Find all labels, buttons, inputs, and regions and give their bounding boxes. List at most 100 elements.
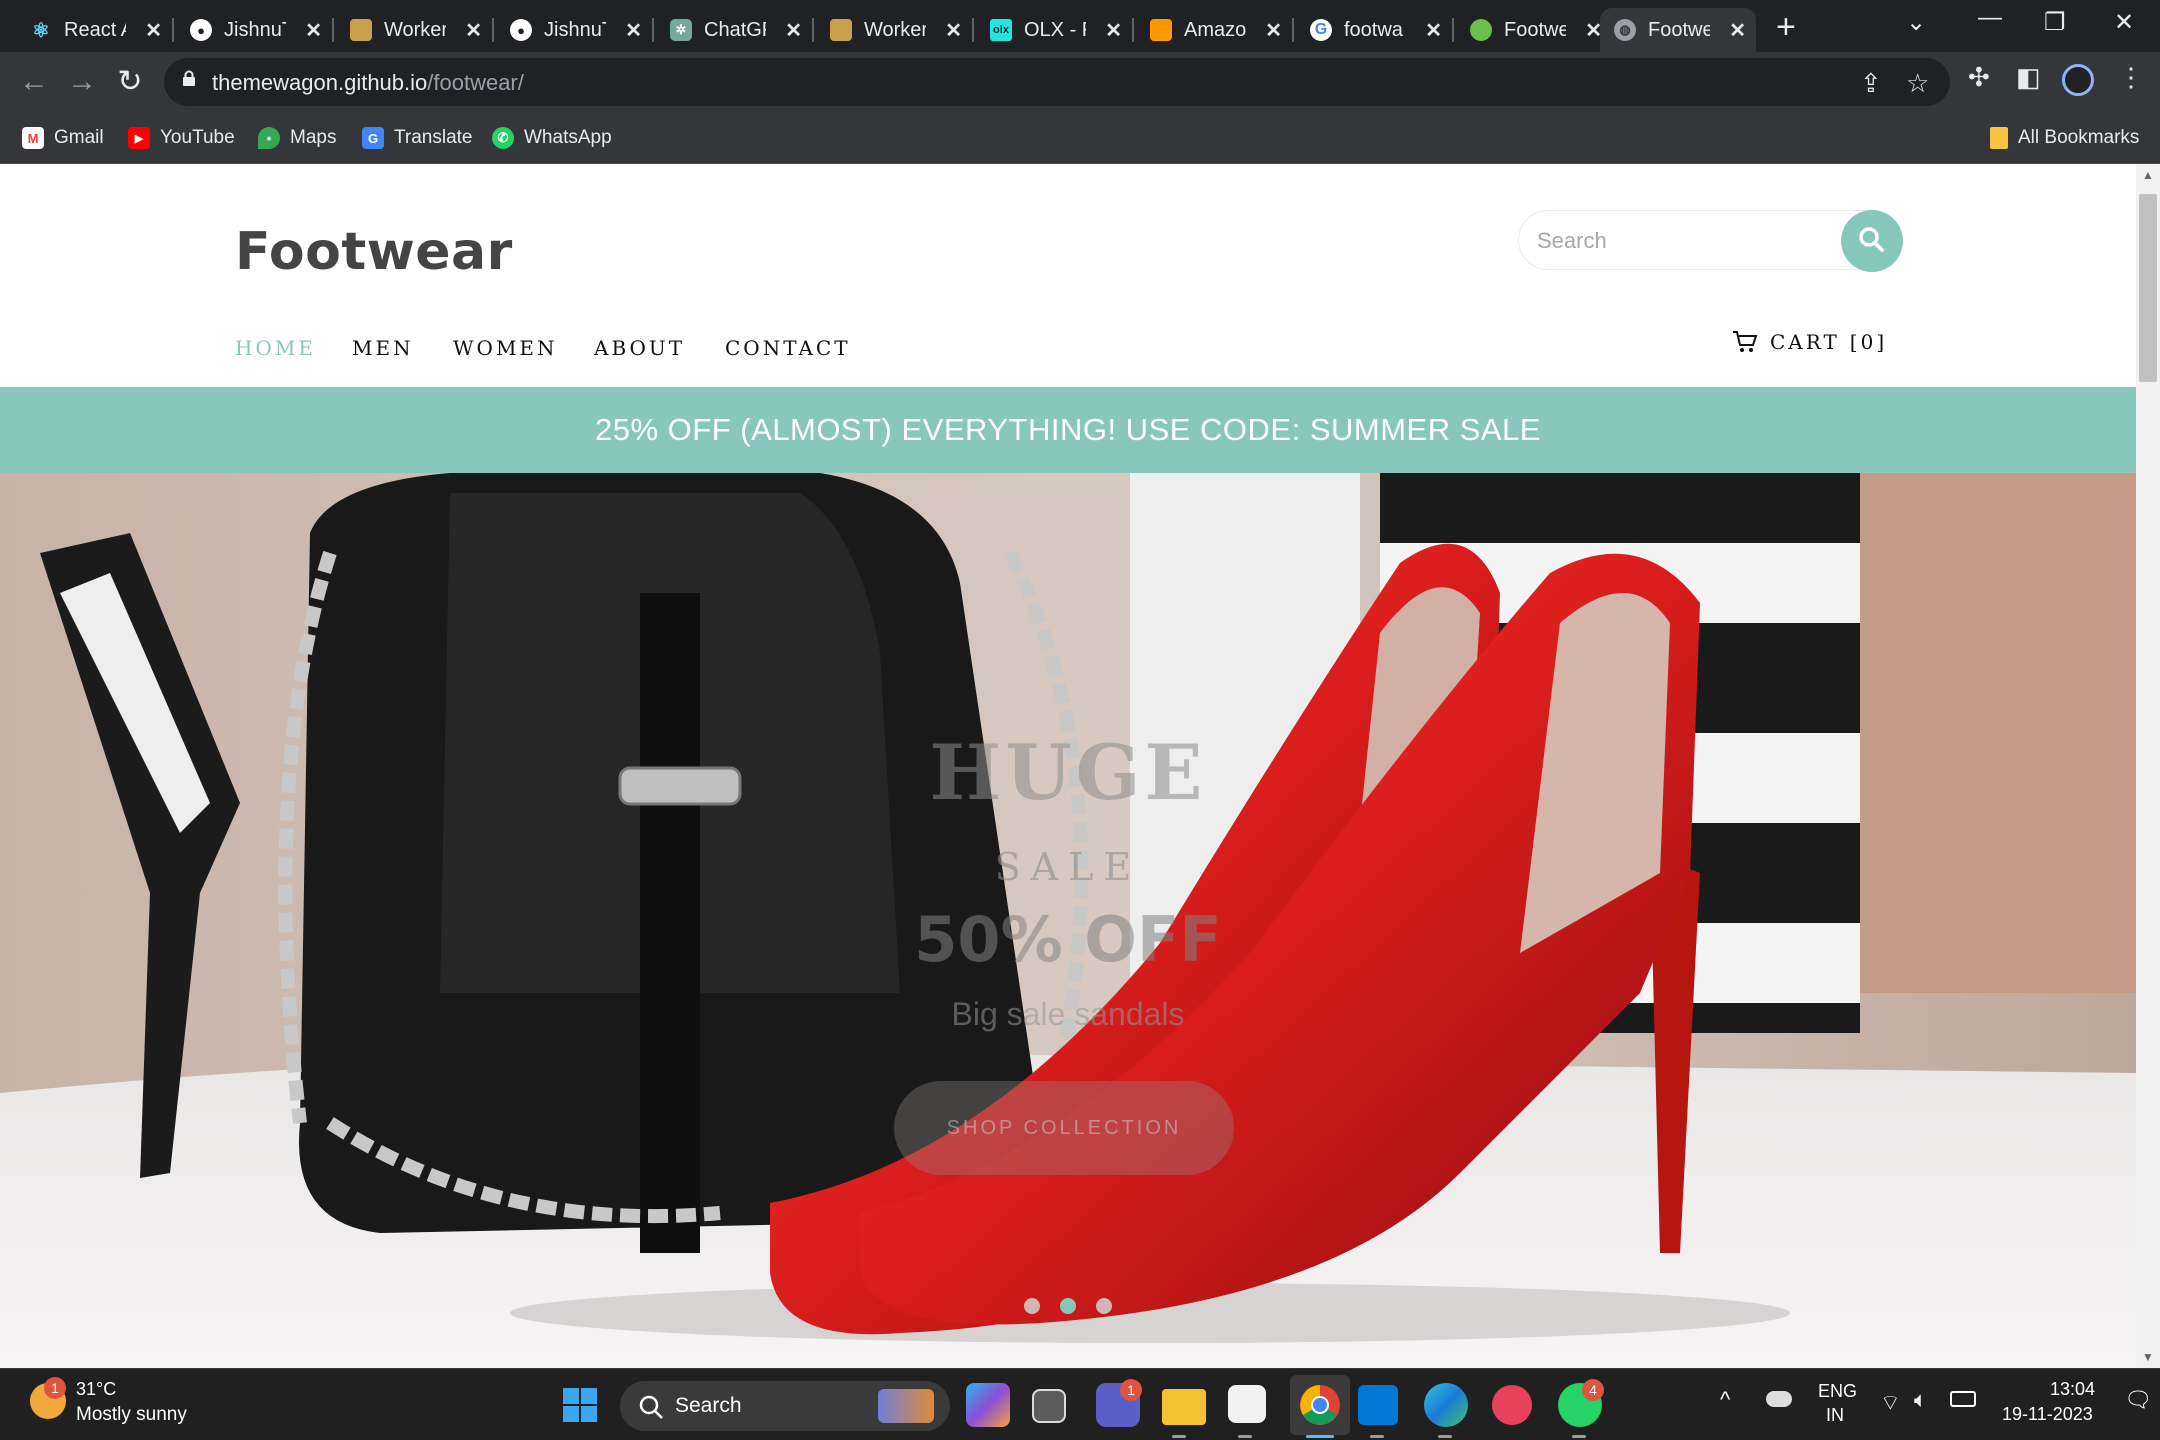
tab-title: Worker <box>384 18 446 41</box>
scrollbar-thumb[interactable] <box>2139 194 2157 382</box>
onedrive-icon[interactable] <box>1766 1391 1792 1407</box>
wifi-icon[interactable]: ⌔ <box>1880 1389 1901 1417</box>
clock-date[interactable]: 19-11-2023 <box>2002 1404 2093 1425</box>
windows-taskbar: 1 31°C Mostly sunny Search 1 4 ^ ENG IN … <box>0 1368 2160 1440</box>
reload-icon[interactable]: ↻ <box>110 62 150 102</box>
site-logo[interactable]: Footwear <box>235 222 513 282</box>
snipping-tool-icon[interactable] <box>1228 1385 1266 1423</box>
tab-separator <box>172 18 174 42</box>
back-icon[interactable]: ← <box>14 62 54 102</box>
tab[interactable]: Worker ✕ <box>336 8 492 52</box>
close-icon[interactable]: ✕ <box>625 18 642 43</box>
running-indicator <box>1572 1435 1586 1438</box>
nav-men[interactable]: MEN <box>352 336 414 360</box>
all-bookmarks[interactable]: All Bookmarks <box>1990 124 2139 152</box>
close-icon[interactable]: ✕ <box>1105 18 1122 43</box>
wps-office-icon[interactable] <box>1492 1385 1532 1425</box>
nav-home[interactable]: HOME <box>235 336 316 360</box>
slider-dot[interactable] <box>1096 1298 1112 1314</box>
scroll-up-icon[interactable]: ▲ <box>2136 168 2160 182</box>
weather-badge: 1 <box>44 1377 66 1399</box>
bookmark-whatsapp[interactable]: ✆ WhatsApp <box>492 124 612 152</box>
tab-title: footwa <box>1344 18 1403 41</box>
bookmark-maps[interactable]: • Maps <box>258 124 336 152</box>
cart-icon <box>1733 331 1758 352</box>
tab[interactable]: ⚛ React A ✕ <box>16 8 172 52</box>
close-icon[interactable]: ✕ <box>1425 18 1442 43</box>
cart-link[interactable]: CART [0] <box>1732 330 1887 354</box>
show-hidden-icons[interactable]: ^ <box>1720 1387 1730 1413</box>
tab[interactable]: ✲ ChatGP ✕ <box>656 8 812 52</box>
bookmark-gmail[interactable]: M Gmail <box>22 124 104 152</box>
olx-icon: olx <box>990 19 1012 41</box>
bookmark-label: Maps <box>290 127 337 148</box>
battery-icon[interactable] <box>1950 1391 1976 1407</box>
weather-description[interactable]: Mostly sunny <box>76 1404 187 1426</box>
weather-temperature[interactable]: 31°C <box>76 1379 116 1400</box>
address-bar[interactable]: themewagon.github.io/footwear/ ⇪ ☆ <box>164 58 1950 106</box>
file-explorer-icon[interactable] <box>1162 1389 1206 1425</box>
scroll-down-icon[interactable]: ▼ <box>2136 1350 2160 1364</box>
windows-start-icon[interactable] <box>562 1387 598 1423</box>
nav-about[interactable]: ABOUT <box>594 336 685 360</box>
close-icon[interactable]: ✕ <box>465 18 482 43</box>
footwear-green-icon <box>1470 19 1492 41</box>
tab-active[interactable]: ◍ Footwe ✕ <box>1600 8 1756 52</box>
close-icon[interactable]: ✕ <box>1729 18 1746 43</box>
nav-contact[interactable]: CONTACT <box>725 336 851 360</box>
volume-icon[interactable]: 🔈︎ <box>1914 1387 1927 1413</box>
shop-collection-button[interactable]: SHOP COLLECTION <box>894 1081 1234 1175</box>
tab[interactable]: Footwe ✕ <box>1456 8 1612 52</box>
menu-icon[interactable]: ⋮ <box>2118 62 2144 93</box>
hero-slider: HUGE SALE 50% OFF Big sale sandals SHOP … <box>0 473 2136 1368</box>
search-button[interactable] <box>1841 210 1903 272</box>
notification-icon[interactable]: 🗨︎ <box>2124 1387 2152 1413</box>
restore-icon[interactable]: ❐ <box>2044 8 2066 37</box>
language-bottom[interactable]: IN <box>1826 1405 1844 1426</box>
bookmark-youtube[interactable]: ▶ YouTube <box>128 124 235 152</box>
tab[interactable]: Worker ✕ <box>816 8 972 52</box>
url-path: /footwear/ <box>427 70 524 95</box>
tab[interactable]: Amazo ✕ <box>1136 8 1292 52</box>
hero-caption: HUGE SALE 50% OFF Big sale sandals SHOP … <box>0 473 2136 1368</box>
clock-time[interactable]: 13:04 <box>2050 1379 2095 1400</box>
bookmark-label: WhatsApp <box>524 127 612 148</box>
slider-dot[interactable] <box>1024 1298 1040 1314</box>
forward-icon[interactable]: → <box>62 62 102 102</box>
side-panel-icon[interactable]: ◧ <box>2016 62 2041 93</box>
search-input[interactable] <box>1537 225 1837 257</box>
close-icon[interactable]: ✕ <box>785 18 802 43</box>
bookmark-label: Translate <box>394 127 473 148</box>
taskbar-search[interactable]: Search <box>620 1381 950 1431</box>
close-icon[interactable]: ✕ <box>945 18 962 43</box>
slider-dot-active[interactable] <box>1060 1298 1076 1314</box>
new-tab-button[interactable]: + <box>1776 10 1796 44</box>
task-view-icon[interactable] <box>1032 1389 1066 1423</box>
tab[interactable]: olx OLX - F ✕ <box>976 8 1132 52</box>
language-top[interactable]: ENG <box>1818 1381 1857 1402</box>
profile-avatar[interactable] <box>2062 64 2094 96</box>
copilot-icon[interactable] <box>966 1383 1010 1427</box>
share-icon[interactable]: ⇪ <box>1860 68 1882 99</box>
close-icon[interactable]: ✕ <box>145 18 162 43</box>
window-close-icon[interactable]: ✕ <box>2114 8 2134 37</box>
extensions-icon[interactable]: ✣ <box>1968 62 1990 93</box>
tab[interactable]: ● JishnuT ✕ <box>496 8 652 52</box>
folder-icon <box>1990 127 2008 149</box>
youtube-icon: ▶ <box>128 127 150 149</box>
tab[interactable]: G footwa ✕ <box>1296 8 1452 52</box>
tab-search-icon[interactable]: ⌄ <box>1906 8 1926 37</box>
vscode-icon[interactable] <box>1358 1385 1398 1425</box>
page-scrollbar[interactable]: ▲ ▼ <box>2136 164 2160 1368</box>
bookmark-star-icon[interactable]: ☆ <box>1906 68 1929 99</box>
close-icon[interactable]: ✕ <box>1265 18 1282 43</box>
minimize-icon[interactable]: — <box>1978 4 2002 32</box>
globe-icon: ◍ <box>1614 19 1636 41</box>
tab[interactable]: ● JishnuT ✕ <box>176 8 332 52</box>
whatsapp-icon: ✆ <box>492 127 514 149</box>
bookmark-translate[interactable]: G Translate <box>362 124 473 152</box>
chrome-icon[interactable] <box>1298 1383 1342 1427</box>
close-icon[interactable]: ✕ <box>305 18 322 43</box>
nav-women[interactable]: WOMEN <box>453 336 558 360</box>
edge-icon[interactable] <box>1424 1383 1468 1427</box>
